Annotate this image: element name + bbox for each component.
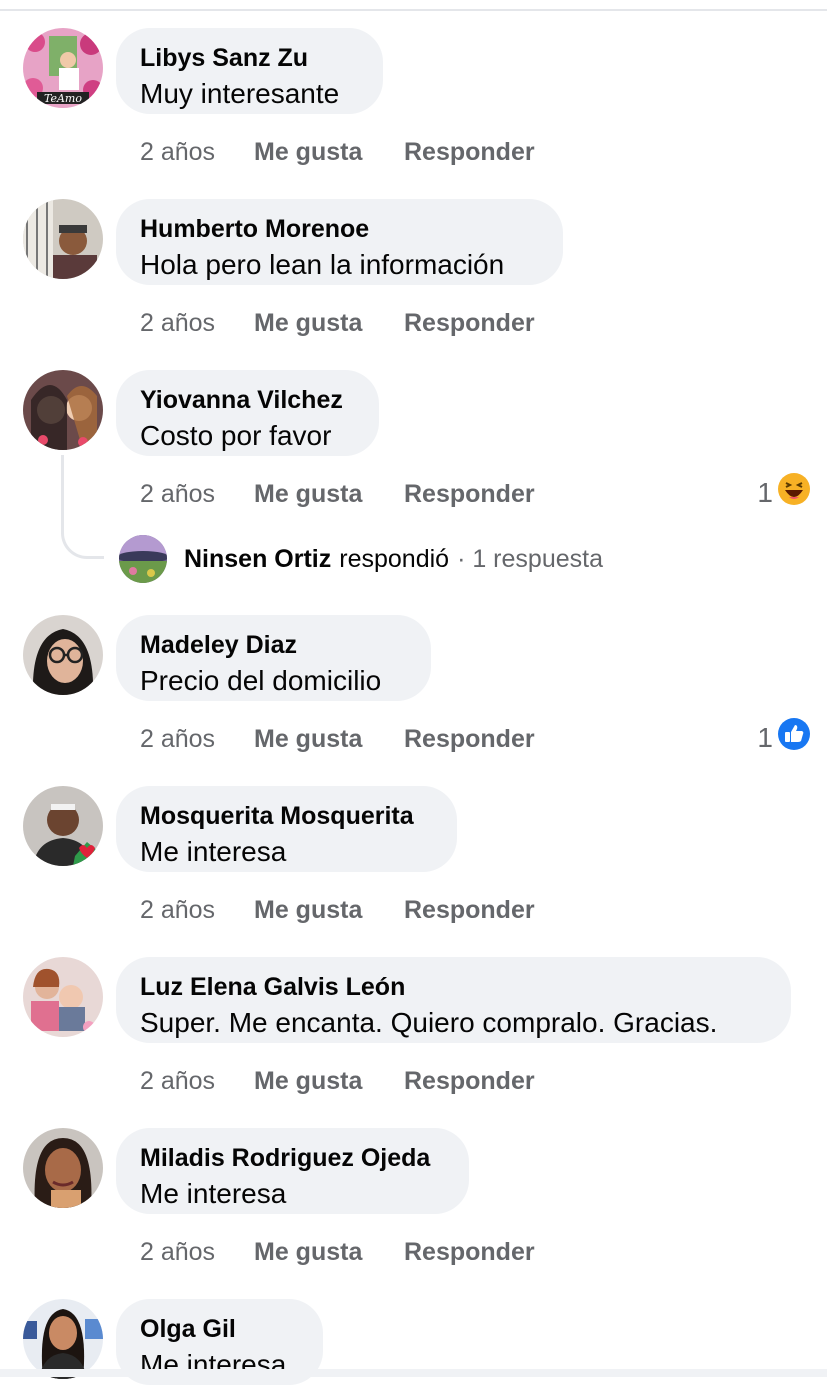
like-button[interactable]: Me gusta <box>254 725 404 754</box>
comment-bubble: Yiovanna Vilchez Costo por favor <box>116 370 379 456</box>
reply-button[interactable]: Responder <box>404 480 535 509</box>
reply-button[interactable]: Responder <box>404 725 535 754</box>
comment-actions: 2 años Me gusta Responder <box>140 309 535 338</box>
like-button[interactable]: Me gusta <box>254 309 404 338</box>
comment-text: Me interesa <box>140 1349 287 1380</box>
comment-text: Super. Me encanta. Quiero compralo. Grac… <box>140 1007 718 1038</box>
reply-thread-line <box>61 455 104 559</box>
comment-author[interactable]: Madeley Diaz <box>140 629 407 661</box>
avatar[interactable] <box>23 199 103 279</box>
comment-author[interactable]: Yiovanna Vilchez <box>140 384 355 416</box>
avatar[interactable] <box>23 957 103 1037</box>
comment-actions: 2 años Me gusta Responder <box>140 1067 535 1096</box>
comment-author[interactable]: Olga Gil <box>140 1313 299 1345</box>
like-button[interactable]: Me gusta <box>254 138 404 167</box>
avatar[interactable] <box>23 615 103 695</box>
comment-time[interactable]: 2 años <box>140 309 254 338</box>
comment-text: Precio del domicilio <box>140 665 382 696</box>
reply-button[interactable]: Responder <box>404 1067 535 1096</box>
comment-author[interactable]: Libys Sanz Zu <box>140 42 359 74</box>
comment-bubble: Libys Sanz Zu Muy interesante <box>116 28 383 114</box>
svg-text:TeAmo: TeAmo <box>44 92 82 105</box>
comment-time[interactable]: 2 años <box>140 725 254 754</box>
comment-author[interactable]: Mosquerita Mosquerita <box>140 800 433 832</box>
reply-button[interactable]: Responder <box>404 309 535 338</box>
comment-author[interactable]: Miladis Rodriguez Ojeda <box>140 1142 445 1174</box>
comment-actions: 2 años Me gusta Responder <box>140 480 535 509</box>
avatar[interactable] <box>23 1128 103 1208</box>
reply-preview[interactable]: Ninsen Ortiz respondió · 1 respuesta <box>119 535 603 583</box>
comment-time[interactable]: 2 años <box>140 1238 254 1267</box>
comment-text: Me interesa <box>140 1178 287 1209</box>
comment-bubble: Madeley Diaz Precio del domicilio <box>116 615 431 701</box>
reaction-count: 1 <box>757 721 773 753</box>
comment-author[interactable]: Humberto Morenoe <box>140 213 539 245</box>
comment-text: Muy interesante <box>140 78 340 109</box>
comment-bubble: Miladis Rodriguez Ojeda Me interesa <box>116 1128 469 1214</box>
like-thumb-icon <box>777 717 811 758</box>
bottom-divider <box>0 1369 827 1377</box>
comment-time[interactable]: 2 años <box>140 138 254 167</box>
reaction-count: 1 <box>757 476 773 508</box>
comment-actions: 2 años Me gusta Responder <box>140 1238 535 1267</box>
comment-bubble: Humberto Morenoe Hola pero lean la infor… <box>116 199 563 285</box>
comment-author[interactable]: Luz Elena Galvis León <box>140 971 767 1003</box>
comment-time[interactable]: 2 años <box>140 1067 254 1096</box>
like-button[interactable]: Me gusta <box>254 1067 404 1096</box>
avatar[interactable] <box>23 786 103 866</box>
reply-button[interactable]: Responder <box>404 896 535 925</box>
top-divider <box>0 9 827 11</box>
avatar[interactable] <box>23 370 103 450</box>
reaction-summary[interactable]: 1 <box>757 472 811 513</box>
comment-bubble: Mosquerita Mosquerita Me interesa <box>116 786 457 872</box>
reply-button[interactable]: Responder <box>404 138 535 167</box>
reply-author[interactable]: Ninsen Ortiz <box>184 545 331 574</box>
like-button[interactable]: Me gusta <box>254 480 404 509</box>
comment-time[interactable]: 2 años <box>140 896 254 925</box>
avatar[interactable] <box>23 1299 103 1379</box>
comment-time[interactable]: 2 años <box>140 480 254 509</box>
comment-actions: 2 años Me gusta Responder <box>140 725 535 754</box>
comment-text: Costo por favor <box>140 420 332 451</box>
reaction-summary[interactable]: 1 <box>757 717 811 758</box>
like-button[interactable]: Me gusta <box>254 1238 404 1267</box>
comment-actions: 2 años Me gusta Responder <box>140 138 535 167</box>
comment-text: Hola pero lean la información <box>140 249 505 280</box>
haha-emoji-icon <box>777 472 811 513</box>
reply-button[interactable]: Responder <box>404 1238 535 1267</box>
comment-bubble: Luz Elena Galvis León Super. Me encanta.… <box>116 957 791 1043</box>
reply-verb: respondió <box>339 544 450 573</box>
comment-actions: 2 años Me gusta Responder <box>140 896 535 925</box>
comment-text: Me interesa <box>140 836 287 867</box>
reply-count: · 1 respuesta <box>457 544 603 573</box>
avatar[interactable] <box>119 535 167 583</box>
like-button[interactable]: Me gusta <box>254 896 404 925</box>
avatar[interactable]: TeAmo <box>23 28 103 108</box>
